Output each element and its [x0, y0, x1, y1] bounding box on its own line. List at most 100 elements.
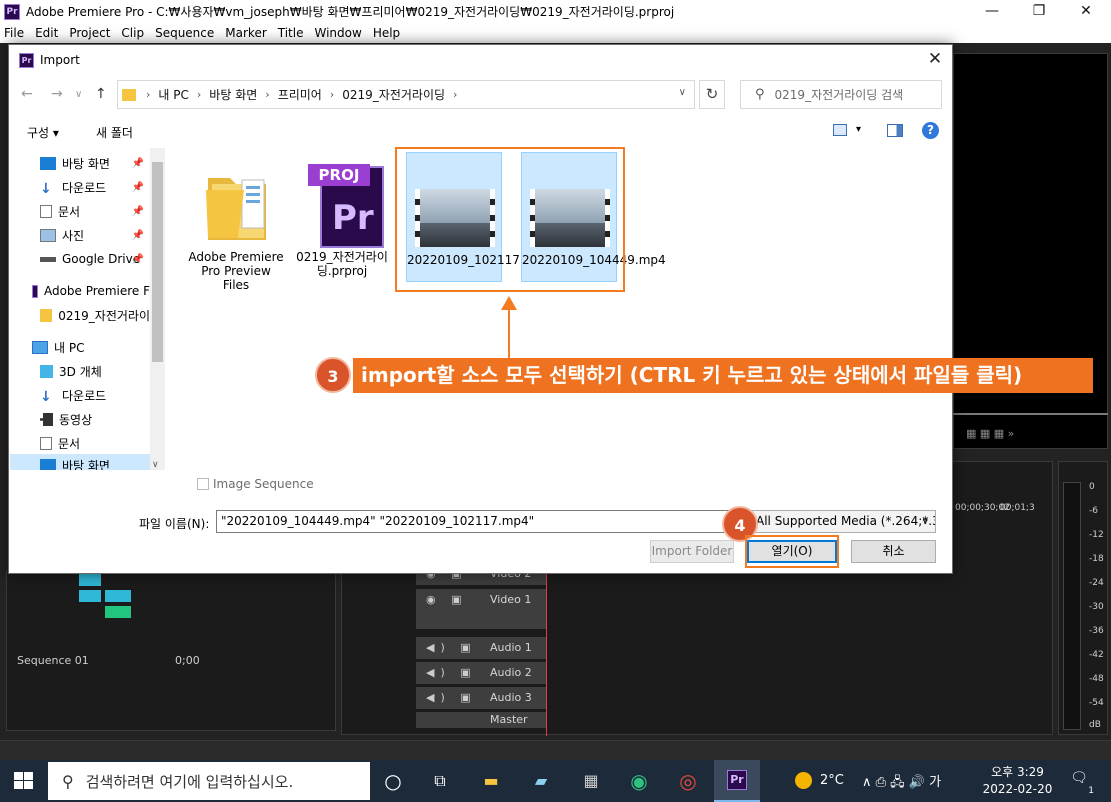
- track-video-1[interactable]: ◉ ▣ Video 1: [416, 589, 546, 629]
- selection-highlight-box: [395, 147, 625, 292]
- nav-item-desktop[interactable]: 바탕 화면 📌: [40, 152, 150, 174]
- nav-item-this-pc[interactable]: 내 PC: [32, 336, 150, 358]
- notification-icon[interactable]: 🗨 1: [1068, 770, 1094, 796]
- organize-button[interactable]: 구성 ▾: [27, 124, 59, 141]
- speaker-icon[interactable]: ◀) ▣: [426, 666, 477, 679]
- nav-item-documents[interactable]: 문서 📌: [40, 200, 150, 222]
- meter-label: -42: [1089, 650, 1104, 660]
- scroll-down-icon[interactable]: ∨: [152, 460, 159, 470]
- speaker-icon[interactable]: ◀) ▣: [426, 691, 477, 704]
- nav-item-project-folder[interactable]: 0219_자전거라이: [40, 304, 150, 326]
- image-sequence-label: Image Sequence: [213, 477, 314, 491]
- task-view-icon[interactable]: ⧉: [425, 766, 455, 796]
- preview-pane-icon[interactable]: [887, 124, 903, 137]
- file-type-select[interactable]: All Supported Media (*.264;*.3 ∨: [749, 510, 936, 533]
- nav-item-downloads[interactable]: ↓ 다운로드 📌: [40, 176, 150, 198]
- back-arrow-icon[interactable]: ←: [21, 86, 33, 102]
- breadcrumb-item[interactable]: 프리미어: [278, 86, 322, 103]
- calculator-icon[interactable]: ▦: [576, 766, 606, 796]
- search-input[interactable]: ⚲ 0219_자전거라이딩 검색: [740, 80, 942, 109]
- menu-help[interactable]: Help: [373, 26, 400, 40]
- track-audio-2[interactable]: ◀) ▣ Audio 2: [416, 662, 546, 684]
- notepad-icon[interactable]: ▰: [526, 766, 556, 796]
- cortana-icon[interactable]: ○: [378, 766, 408, 796]
- filename-input[interactable]: "20220109_104449.mp4" "20220109_102117.m…: [216, 510, 752, 533]
- seq-thumb-block: [79, 590, 101, 602]
- view-dropdown-icon[interactable]: ▾: [856, 124, 861, 135]
- taskbar-search[interactable]: ⚲ 검색하려면 여기에 입력하십시오.: [48, 762, 370, 800]
- playhead[interactable]: [546, 563, 547, 736]
- file-item-preview-folder[interactable]: Adobe Premiere Pro Preview Files: [188, 154, 284, 292]
- breadcrumb-item[interactable]: 바탕 화면: [209, 86, 257, 103]
- forward-arrow-icon[interactable]: →: [51, 86, 63, 102]
- up-arrow-icon[interactable]: ↑: [95, 86, 107, 102]
- menu-title[interactable]: Title: [278, 26, 304, 40]
- view-icon[interactable]: [833, 124, 847, 136]
- meter-label: -18: [1089, 554, 1104, 564]
- pin-icon: 📌: [131, 229, 144, 241]
- address-bar[interactable]: › 내 PC › 바탕 화면 › 프리미어 › 0219_자전거라이딩 › ∨: [117, 80, 695, 109]
- cancel-button[interactable]: 취소: [851, 540, 936, 563]
- proj-badge: PROJ: [308, 164, 370, 186]
- nav-item-desktop-2[interactable]: 바탕 화면: [10, 454, 150, 470]
- dialog-toolbar: 구성 ▾ 새 폴더 ▾ ?: [9, 117, 952, 147]
- menu-project[interactable]: Project: [69, 26, 110, 40]
- menu-file[interactable]: File: [4, 26, 24, 40]
- step-3-badge: 3: [315, 357, 351, 393]
- nav-item-videos[interactable]: 동영상: [40, 408, 150, 430]
- system-tray[interactable]: ∧ ⎙ 🖧 🔊 가: [862, 771, 941, 795]
- menu-sequence[interactable]: Sequence: [155, 26, 214, 40]
- nav-item-3d-objects[interactable]: 3D 개체: [40, 360, 150, 382]
- address-dropdown-icon[interactable]: ∨: [679, 87, 686, 98]
- nav-item-label: 3D 개체: [59, 364, 102, 379]
- sun-icon: [795, 772, 812, 789]
- nav-item-google-drive[interactable]: Google Drive 📌: [40, 248, 150, 270]
- folder-icon: [40, 308, 53, 322]
- dialog-title: Import: [40, 53, 80, 67]
- clock[interactable]: 오후 3:29 2022-02-20: [980, 764, 1055, 798]
- chrome-icon[interactable]: ◎: [673, 766, 703, 796]
- close-button[interactable]: ✕: [1063, 0, 1109, 23]
- nav-scrollbar-thumb[interactable]: [152, 162, 163, 362]
- menu-bar: File Edit Project Clip Sequence Marker T…: [0, 23, 1111, 43]
- file-explorer-icon[interactable]: ▬: [476, 766, 506, 796]
- refresh-button[interactable]: ↻: [699, 80, 725, 109]
- track-audio-1[interactable]: ◀) ▣ Audio 1: [416, 637, 546, 659]
- document-icon: [40, 204, 52, 218]
- image-sequence-checkbox[interactable]: Image Sequence: [197, 477, 314, 491]
- breadcrumb-item[interactable]: 0219_자전거라이딩: [342, 86, 445, 103]
- speaker-icon[interactable]: ◀) ▣: [426, 641, 477, 654]
- windows-start-icon[interactable]: [14, 772, 34, 790]
- breadcrumb-item[interactable]: 내 PC: [158, 86, 188, 103]
- pin-icon: 📌: [131, 181, 144, 193]
- premiere-project-icon: PROJ Pr: [308, 160, 396, 250]
- help-icon[interactable]: ?: [922, 122, 939, 139]
- track-master[interactable]: Master: [416, 712, 546, 728]
- menu-window[interactable]: Window: [314, 26, 361, 40]
- weather-widget[interactable]: 2°C: [795, 772, 844, 789]
- folder-icon: [122, 88, 136, 101]
- menu-edit[interactable]: Edit: [35, 26, 58, 40]
- premiere-taskbar-button[interactable]: Pr: [714, 760, 760, 802]
- app-title-bar: Pr Adobe Premiere Pro - C:₩사용자₩vm_joseph…: [0, 0, 1111, 23]
- minimize-button[interactable]: —: [969, 0, 1015, 23]
- nav-item-premiere[interactable]: Adobe Premiere F: [32, 280, 150, 302]
- nav-item-pictures[interactable]: 사진 📌: [40, 224, 150, 246]
- breadcrumb-separator: ›: [265, 88, 270, 101]
- eye-icon[interactable]: ◉ ▣: [426, 593, 468, 606]
- nav-item-documents-2[interactable]: 문서: [40, 432, 150, 454]
- dialog-close-button[interactable]: ✕: [924, 49, 946, 69]
- checkbox-icon[interactable]: [197, 478, 209, 490]
- import-folder-button[interactable]: Import Folder: [650, 540, 734, 563]
- new-folder-button[interactable]: 새 폴더: [96, 124, 133, 141]
- menu-clip[interactable]: Clip: [121, 26, 144, 40]
- menu-marker[interactable]: Marker: [225, 26, 266, 40]
- meter-label: 0: [1089, 482, 1095, 492]
- nav-item-downloads-2[interactable]: ↓ 다운로드: [40, 384, 150, 406]
- edge-icon[interactable]: ◉: [624, 766, 654, 796]
- recent-dropdown-icon[interactable]: ∨: [75, 89, 82, 100]
- nav-scrollbar[interactable]: ∨: [150, 148, 165, 470]
- maximize-button[interactable]: ❐: [1016, 0, 1062, 23]
- file-item-prproj[interactable]: PROJ Pr 0219_자전거라이딩.prproj: [294, 154, 390, 284]
- track-audio-3[interactable]: ◀) ▣ Audio 3: [416, 687, 546, 709]
